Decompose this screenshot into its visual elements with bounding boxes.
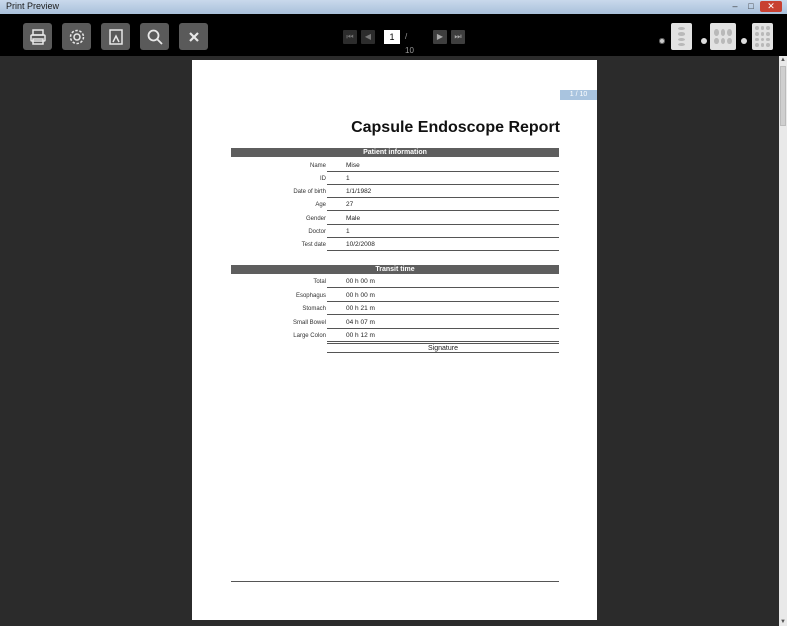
- first-page-button[interactable]: ⏮: [343, 30, 357, 44]
- document-icon: [108, 28, 123, 45]
- printer-icon: [29, 28, 46, 45]
- patient-row: Test date 10/2/2008: [231, 239, 559, 252]
- row-value: 00 h 21 m: [327, 303, 559, 315]
- transit-row: Total 00 h 00 m: [231, 276, 559, 289]
- patient-row: Age 27: [231, 199, 559, 212]
- scroll-down-icon[interactable]: ▼: [779, 618, 787, 626]
- close-icon: [188, 31, 199, 42]
- report-title: Capsule Endoscope Report: [351, 119, 560, 136]
- row-label: ID: [320, 176, 326, 182]
- row-label: Name: [309, 163, 326, 169]
- export-button[interactable]: [101, 23, 130, 50]
- minimize-button[interactable]: –: [728, 1, 742, 12]
- patient-row: Doctor 1: [231, 226, 559, 239]
- row-value: 04 h 07 m: [327, 317, 559, 329]
- signature-field: Signature: [327, 343, 559, 353]
- row-value: Mise: [327, 160, 559, 172]
- row-value: 00 h 00 m: [327, 276, 559, 288]
- transit-row: Stomach 00 h 21 m: [231, 303, 559, 316]
- zoom-button[interactable]: [140, 23, 169, 50]
- row-value: 10/2/2008: [327, 239, 559, 251]
- layout-single-radio[interactable]: [659, 38, 665, 44]
- row-value: Male: [327, 213, 559, 225]
- layout-multi-radio[interactable]: [701, 38, 707, 44]
- transit-row: Large Colon 00 h 12 m: [231, 330, 559, 343]
- patient-row: Gender Male: [231, 213, 559, 226]
- row-value: 27: [327, 199, 559, 211]
- row-label: Test date: [301, 242, 326, 248]
- row-label: Large Colon: [293, 333, 326, 339]
- report-page: 1 / 10 Capsule Endoscope Report Patient …: [192, 60, 597, 620]
- footer-rule: [231, 581, 559, 582]
- close-preview-button[interactable]: [179, 23, 208, 50]
- close-window-button[interactable]: ✕: [760, 1, 782, 12]
- row-value: 00 h 00 m: [327, 290, 559, 302]
- scroll-thumb[interactable]: [780, 66, 786, 126]
- row-label: Date of birth: [293, 189, 326, 195]
- patient-row: Name Mise: [231, 160, 559, 173]
- settings-button[interactable]: [62, 23, 91, 50]
- transit-section-header: Transit time: [231, 265, 559, 274]
- row-value: 1: [327, 226, 559, 238]
- page-number-input[interactable]: 1: [384, 30, 400, 44]
- row-label: Stomach: [302, 306, 326, 312]
- scroll-up-icon[interactable]: ▲: [779, 56, 787, 64]
- window-title: Print Preview: [6, 1, 60, 11]
- prev-page-button[interactable]: ◀: [361, 30, 375, 44]
- row-value: 1/1/1982: [327, 186, 559, 198]
- layout-grid-radio[interactable]: [741, 38, 747, 44]
- row-label: Doctor: [308, 229, 326, 235]
- page-total: / 10: [405, 32, 414, 55]
- single-page-layout-icon[interactable]: [671, 23, 692, 50]
- patient-row: Date of birth 1/1/1982: [231, 186, 559, 199]
- patient-row: ID 1: [231, 173, 559, 186]
- last-page-button[interactable]: ⏭: [451, 30, 465, 44]
- transit-row: Esophagus 00 h 00 m: [231, 290, 559, 303]
- page-indicator: 1 / 10: [560, 90, 597, 100]
- grid-page-layout-icon[interactable]: [752, 23, 773, 50]
- gear-icon: [69, 29, 84, 44]
- title-bar: Print Preview – □ ✕: [0, 0, 787, 14]
- multi-page-layout-icon[interactable]: [710, 23, 736, 50]
- magnifier-icon: [147, 29, 163, 45]
- row-label: Small Bowel: [292, 320, 326, 326]
- toolbar: ⏮ ◀ 1 / 10 ▶ ⏭: [0, 14, 787, 56]
- transit-row: Small Bowel 04 h 07 m: [231, 317, 559, 330]
- next-page-button[interactable]: ▶: [433, 30, 447, 44]
- row-value: 1: [327, 173, 559, 185]
- patient-section-header: Patient information: [231, 148, 559, 157]
- row-label: Age: [315, 202, 326, 208]
- maximize-button[interactable]: □: [744, 1, 758, 12]
- row-value: 00 h 12 m: [327, 330, 559, 342]
- row-label: Gender: [305, 216, 326, 222]
- print-button[interactable]: [23, 23, 52, 50]
- vertical-scrollbar[interactable]: ▲ ▼: [779, 56, 787, 626]
- row-label: Esophagus: [295, 293, 326, 299]
- row-label: Total: [313, 279, 326, 285]
